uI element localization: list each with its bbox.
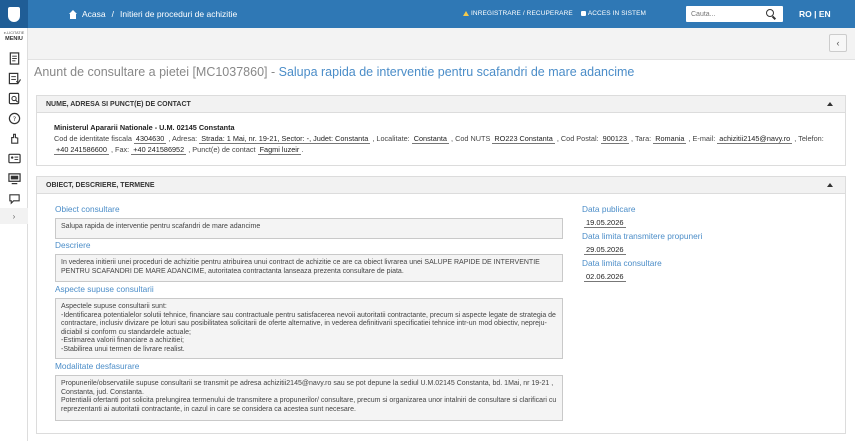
- object-panel: OBIECT, DESCRIERE, TERMENE Obiect consul…: [36, 176, 846, 434]
- fiscal-code-label: Cod de identitate fiscala: [54, 134, 132, 143]
- login-link[interactable]: ACCES IN SISTEM: [580, 10, 646, 17]
- address-label: , Adresa:: [168, 134, 198, 143]
- login-link-label[interactable]: ACCES IN SISTEM: [588, 10, 646, 17]
- logo[interactable]: [0, 0, 28, 28]
- register-link[interactable]: INREGISTRARE / RECUPERARE: [463, 10, 573, 17]
- breadcrumb-separator: /: [111, 9, 114, 19]
- shield-icon: [8, 6, 20, 22]
- data-transmitere-value: 29.05.2026: [584, 245, 626, 255]
- data-transmitere-label: Data limita transmitere propuneri: [582, 231, 703, 241]
- lang-en[interactable]: EN: [819, 9, 831, 19]
- register-link-label[interactable]: INREGISTRARE / RECUPERARE: [471, 10, 573, 17]
- svg-text:?: ?: [12, 114, 15, 122]
- top-navbar: Acasa / Initieri de proceduri de achizit…: [0, 0, 855, 28]
- object-panel-title: OBIECT, DESCRIERE, TERMENE: [46, 181, 155, 189]
- email-value: achizitii2145@navy.ro: [717, 134, 793, 144]
- aspecte-label: Aspecte supuse consultarii: [55, 284, 154, 294]
- collapse-button[interactable]: ‹: [829, 34, 847, 52]
- breadcrumb-current[interactable]: Initieri de proceduri de achizitie: [120, 9, 237, 19]
- address-value: Strada: 1 Mai, nr. 19-21, Sector: -, Jud…: [199, 134, 371, 144]
- descriere-value: In vederea initierii unei proceduri de a…: [55, 254, 563, 282]
- descriere-label: Descriere: [55, 240, 91, 250]
- contact-details: Ministerul Apararii Nationale - U.M. 021…: [37, 113, 845, 155]
- fiscal-code-value: 4304630: [133, 134, 167, 144]
- search-box: [686, 6, 783, 22]
- left-sidebar: e-LICITATIE MENIU ? ›: [0, 28, 28, 441]
- fax-value: +40 241586952: [131, 145, 187, 155]
- aspecte-value: Aspectele supuse consultarii sunt: -Iden…: [55, 298, 563, 359]
- id-card-icon[interactable]: [0, 148, 28, 168]
- sidebar-expand-button[interactable]: ›: [0, 208, 28, 224]
- contact-panel-header[interactable]: NUME, ADRESA SI PUNCT(E) DE CONTACT: [37, 96, 845, 113]
- breadcrumb: Acasa / Initieri de proceduri de achizit…: [68, 9, 237, 19]
- list-check-icon[interactable]: [0, 68, 28, 88]
- contact-point-label: , Punct(e) de contact: [188, 145, 256, 154]
- home-icon[interactable]: [68, 9, 78, 19]
- help-icon[interactable]: ?: [0, 108, 28, 128]
- warning-icon: [463, 11, 469, 16]
- obiect-label: Obiect consultare: [55, 204, 120, 214]
- document-icon[interactable]: [0, 48, 28, 68]
- lang-ro[interactable]: RO: [799, 9, 812, 19]
- menu-toggle[interactable]: e-LICITATIE MENIU: [0, 28, 28, 48]
- chevron-up-icon[interactable]: [827, 102, 833, 106]
- locality-label: , Localitate:: [372, 134, 410, 143]
- phone-label: , Telefon:: [794, 134, 824, 143]
- gavel-icon[interactable]: [0, 88, 28, 108]
- menu-title: MENIU: [5, 36, 23, 42]
- postal-code-label: , Cod Postal:: [556, 134, 599, 143]
- obiect-value: Salupa rapida de interventie pentru scaf…: [55, 218, 563, 239]
- chevron-up-icon[interactable]: [827, 183, 833, 187]
- phone-value: +40 241586600: [54, 145, 109, 155]
- contact-point-value: Fagmi luzeir: [257, 145, 302, 155]
- chat-icon[interactable]: [0, 188, 28, 208]
- country-value: Romania: [653, 134, 687, 144]
- country-label: , Tara:: [631, 134, 652, 143]
- nuts-value: RO223 Constanta: [492, 134, 555, 144]
- page-title: Anunt de consultare a pietei [MC1037860]…: [34, 65, 634, 79]
- object-panel-header[interactable]: OBIECT, DESCRIERE, TERMENE: [37, 177, 845, 194]
- monitor-icon[interactable]: [0, 168, 28, 188]
- email-label: , E-mail:: [688, 134, 716, 143]
- language-switch: RO | EN: [799, 9, 831, 19]
- postal-code-value: 900123: [600, 134, 630, 144]
- search-icon[interactable]: [766, 9, 774, 17]
- fax-label: , Fax:: [110, 145, 130, 154]
- page-title-object: Salupa rapida de interventie pentru scaf…: [278, 65, 635, 79]
- locality-value: Constanta: [411, 134, 449, 144]
- data-publicare-label: Data publicare: [582, 204, 636, 214]
- nuts-label: , Cod NUTS: [451, 134, 491, 143]
- data-consultare-value: 02.06.2026: [584, 272, 626, 282]
- modalitate-value: Propunerile/observatiile supuse consulta…: [55, 375, 563, 421]
- page-title-prefix: Anunt de consultare a pietei [MC1037860]…: [34, 65, 279, 79]
- sub-header: ‹: [28, 28, 855, 60]
- search-input[interactable]: [691, 8, 761, 20]
- contact-panel-title: NUME, ADRESA SI PUNCT(E) DE CONTACT: [46, 100, 191, 108]
- account-links: INREGISTRARE / RECUPERARE ACCES IN SISTE…: [463, 10, 646, 17]
- contact-tail: .: [301, 145, 304, 154]
- hand-icon[interactable]: [0, 128, 28, 148]
- data-consultare-label: Data limita consultare: [582, 258, 662, 268]
- modalitate-label: Modalitate desfasurare: [55, 361, 140, 371]
- breadcrumb-home[interactable]: Acasa: [82, 9, 106, 19]
- lang-separator: |: [811, 9, 819, 19]
- lock-icon: [580, 11, 586, 16]
- organization-name: Ministerul Apararii Nationale - U.M. 021…: [54, 123, 235, 132]
- contact-panel: NUME, ADRESA SI PUNCT(E) DE CONTACT Mini…: [36, 95, 846, 166]
- data-publicare-value: 19.05.2026: [584, 218, 626, 228]
